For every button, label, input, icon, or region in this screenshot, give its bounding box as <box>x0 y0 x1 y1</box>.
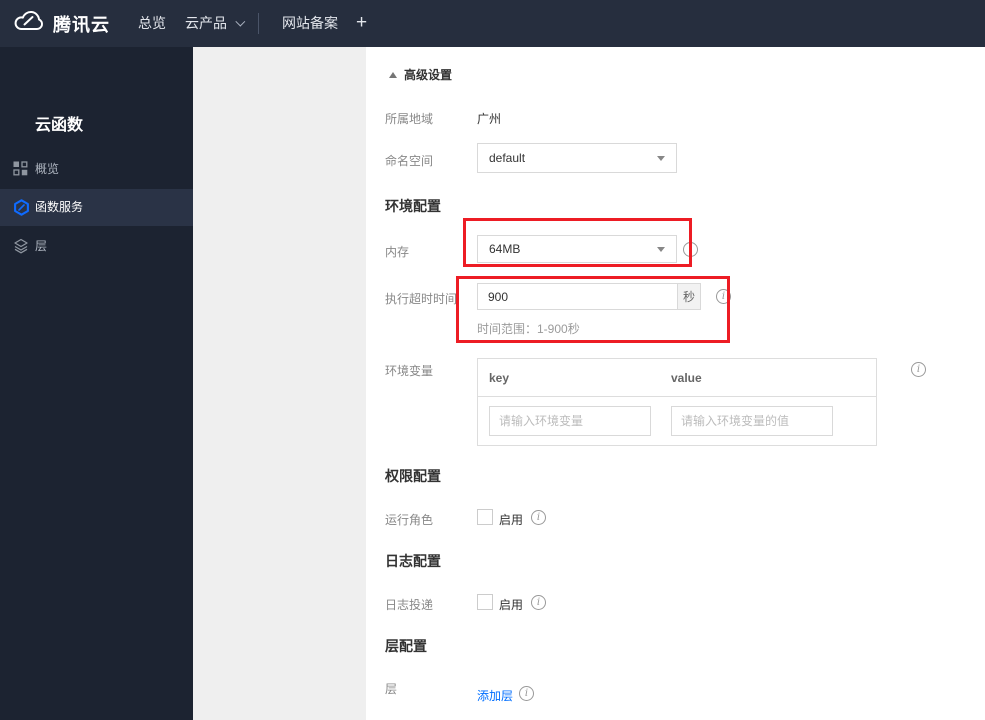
advanced-settings-toggle[interactable]: 高级设置 <box>389 66 452 83</box>
sidebar-item-layers[interactable]: 层 <box>0 228 193 265</box>
nav-separator <box>258 13 259 34</box>
logship-checkbox-label: 启用 <box>499 598 524 612</box>
advanced-settings-label: 高级设置 <box>404 68 453 82</box>
timeout-info-icon[interactable]: i <box>716 289 731 304</box>
timeout-input[interactable] <box>478 284 677 309</box>
runrole-label: 运行角色 <box>385 513 434 527</box>
sidebar-product-title: 云函数 <box>35 117 84 134</box>
logship-label: 日志投递 <box>385 598 434 612</box>
env-config-section-title: 环境配置 <box>385 198 441 214</box>
envvar-table: key value <box>477 358 877 446</box>
timeout-input-group: 秒 <box>477 283 701 310</box>
brand-home-link[interactable]: 腾讯云 <box>13 0 110 47</box>
memory-selected-value: 64MB <box>489 242 521 256</box>
tencent-cloud-logo-icon <box>13 9 44 38</box>
logship-info-icon[interactable]: i <box>531 595 546 610</box>
timeout-unit-suffix: 秒 <box>677 284 700 309</box>
scf-hexagon-icon <box>13 199 29 216</box>
sidebar-item-label: 函数服务 <box>35 200 84 214</box>
runrole-info-icon[interactable]: i <box>531 510 546 525</box>
envvar-info-icon[interactable]: i <box>911 362 926 377</box>
secondary-panel <box>193 47 366 720</box>
region-label: 所属地域 <box>385 112 434 126</box>
envvar-col-key: key <box>489 371 510 385</box>
sidebar-item-function-service[interactable]: 函数服务 <box>0 189 193 226</box>
layer-info-icon[interactable]: i <box>519 686 534 701</box>
add-layer-link[interactable]: 添加层 <box>477 687 513 704</box>
layers-icon <box>13 238 29 254</box>
memory-select[interactable]: 64MB <box>477 235 677 263</box>
envvar-table-header: key value <box>478 359 876 397</box>
layer-config-section-title: 层配置 <box>385 638 427 654</box>
sidebar-item-label: 层 <box>35 239 48 253</box>
runrole-checkbox-label: 启用 <box>499 513 524 527</box>
tencent-cloud-console: 腾讯云 总览 云产品 网站备案 + 云函数 概览 函数服务 层 高级设置 所属地… <box>0 0 985 720</box>
nav-overview[interactable]: 总览 <box>138 0 166 47</box>
timeout-label: 执行超时时间 <box>385 292 458 306</box>
sidebar: 云函数 概览 函数服务 层 <box>0 47 193 720</box>
envvar-key-input[interactable] <box>489 406 651 436</box>
sidebar-item-label: 概览 <box>35 162 60 176</box>
perm-config-section-title: 权限配置 <box>385 468 441 484</box>
nav-cloud-products[interactable]: 云产品 <box>185 0 246 47</box>
memory-info-icon[interactable]: i <box>683 242 698 257</box>
timeout-range-hint: 时间范围：1-900秒 <box>477 322 580 336</box>
envvar-col-value: value <box>671 371 702 385</box>
envvar-label: 环境变量 <box>385 364 434 378</box>
namespace-label: 命名空间 <box>385 154 434 168</box>
grid-icon <box>13 161 29 177</box>
runrole-checkbox[interactable] <box>477 509 493 525</box>
nav-icp-filing[interactable]: 网站备案 <box>282 0 338 47</box>
memory-label: 内存 <box>385 245 410 259</box>
nav-add-tab-button[interactable]: + <box>356 0 367 47</box>
namespace-selected-value: default <box>489 151 526 165</box>
envvar-value-input[interactable] <box>671 406 833 436</box>
log-config-section-title: 日志配置 <box>385 553 441 569</box>
top-navbar: 腾讯云 总览 云产品 网站备案 + <box>0 0 985 47</box>
caret-down-icon <box>657 247 665 252</box>
logship-checkbox[interactable] <box>477 594 493 610</box>
namespace-select[interactable]: default <box>477 143 677 173</box>
triangle-up-icon <box>389 71 397 78</box>
region-value: 广州 <box>477 112 502 126</box>
caret-down-icon <box>657 156 665 161</box>
sidebar-item-overview[interactable]: 概览 <box>0 151 193 188</box>
chevron-down-icon <box>235 16 246 27</box>
layer-label: 层 <box>385 682 398 696</box>
brand-name: 腾讯云 <box>53 14 110 35</box>
